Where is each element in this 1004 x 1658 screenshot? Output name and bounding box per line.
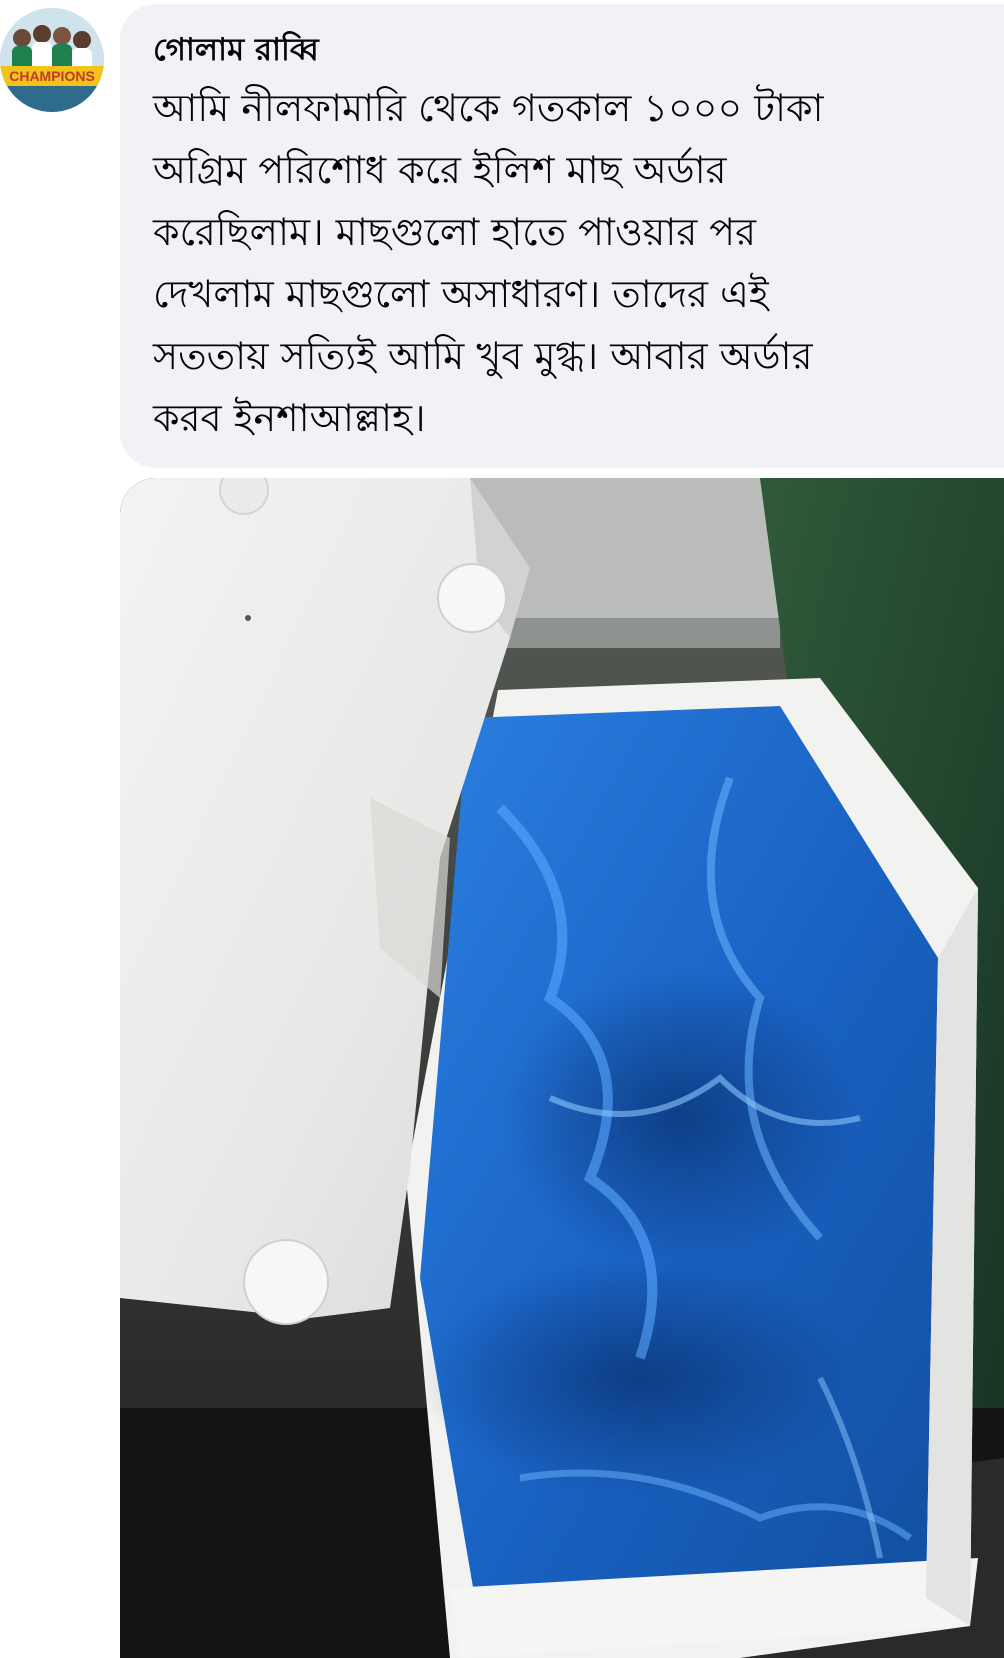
comment-author-name[interactable]: গোলাম রাব্বি [153,28,974,72]
avatar[interactable]: CHAMPIONS [0,8,104,112]
comment-text-line: দেখলাম মাছগুলো অসাধারণ। তাদের এই [153,272,769,316]
styrofoam-box-photo [120,478,1004,1658]
comment-text-line: অগ্রিম পরিশোধ করে ইলিশ মাছ অর্ডার [153,148,727,192]
comment-text-line: আমি নীলফামারি থেকে গতকাল ১০০০ টাকা [153,86,824,130]
attached-photo[interactable] [120,478,1004,1658]
comment-text-line: করব ইনশাআল্লাহ। [153,396,426,440]
comment-text-line: করেছিলাম। মাছগুলো হাতে পাওয়ার পর [153,210,756,254]
comment-bubble: গোলাম রাব্বি আমি নীলফামারি থেকে গতকাল ১০… [120,4,1004,468]
comment-text-line: সততায় সত্যিই আমি খুব মুগ্ধ। আবার অর্ডার [153,334,813,378]
comment-text: আমি নীলফামারি থেকে গতকাল ১০০০ টাকা অগ্রি… [153,77,974,449]
avatar-image: CHAMPIONS [0,8,104,112]
avatar-badge-text: CHAMPIONS [9,68,95,84]
